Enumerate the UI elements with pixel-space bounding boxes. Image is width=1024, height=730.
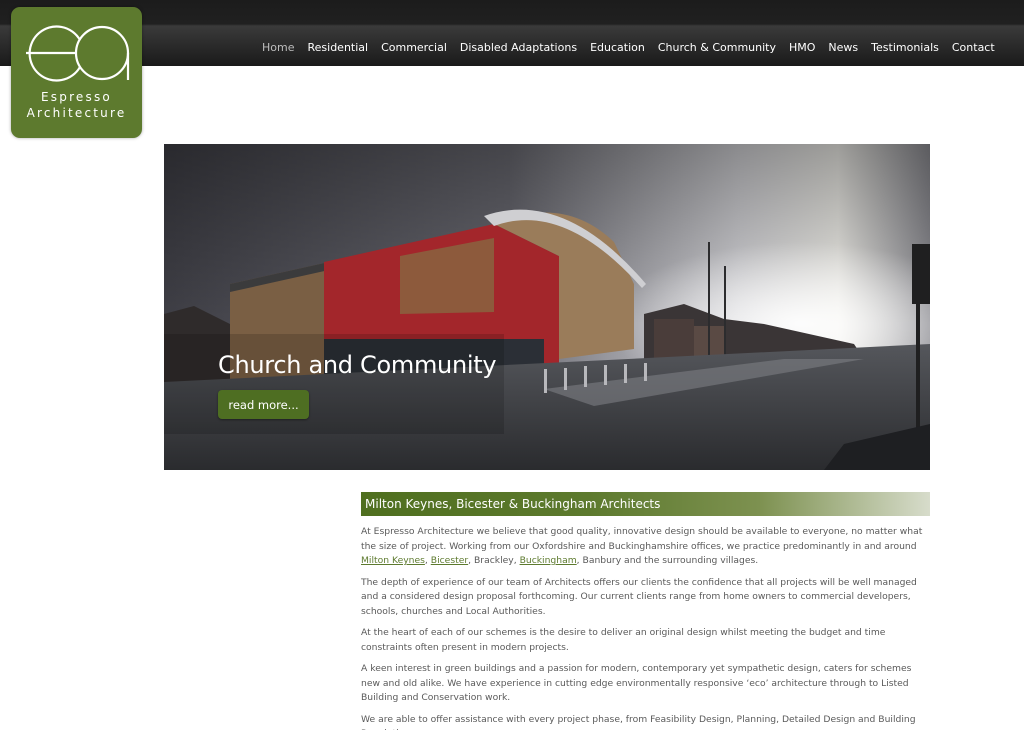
nav-item-education[interactable]: Education — [590, 41, 645, 54]
link-buckingham[interactable]: Buckingham — [520, 555, 577, 566]
intro-text-3: , Brackley, — [468, 555, 520, 566]
top-navigation-bar: Home Residential Commercial Disabled Ada… — [0, 0, 1024, 66]
link-milton-keynes[interactable]: Milton Keynes — [361, 555, 425, 566]
nav-item-residential[interactable]: Residential — [307, 41, 368, 54]
intro-text-4: , Banbury and the surrounding villages. — [576, 555, 759, 566]
experience-paragraph: The depth of experience of our team of A… — [361, 576, 917, 617]
nav-item-home[interactable]: Home — [262, 41, 294, 54]
nav-item-church-community[interactable]: Church & Community — [658, 41, 776, 54]
hero-photo-church-building — [164, 144, 930, 470]
intro-paragraph: At Espresso Architecture we believe that… — [361, 525, 930, 569]
section-heading: Milton Keynes, Bicester & Buckingham Arc… — [361, 492, 930, 516]
nav-item-testimonials[interactable]: Testimonials — [871, 41, 939, 54]
design-paragraph: At the heart of each of our schemes is t… — [361, 627, 886, 653]
nav-item-commercial[interactable]: Commercial — [381, 41, 447, 54]
intro-text-1: At Espresso Architecture we believe that… — [361, 526, 923, 552]
main-content: Milton Keynes, Bicester & Buckingham Arc… — [361, 492, 930, 730]
phases-paragraph: We are able to offer assistance with eve… — [361, 713, 916, 730]
site-logo[interactable]: Espresso Architecture — [11, 7, 142, 138]
nav-item-news[interactable]: News — [828, 41, 858, 54]
logo-text-espresso: Espresso — [41, 90, 112, 104]
ea-logo-mark — [26, 25, 130, 82]
link-bicester[interactable]: Bicester — [431, 555, 468, 566]
logo-text-architecture: Architecture — [26, 106, 127, 120]
nav-item-contact[interactable]: Contact — [952, 41, 995, 54]
nav-item-disabled-adaptations[interactable]: Disabled Adaptations — [460, 41, 577, 54]
green-paragraph: A keen interest in green buildings and a… — [361, 663, 912, 703]
read-more-button[interactable]: read more... — [218, 390, 309, 419]
nav-item-hmo[interactable]: HMO — [789, 41, 815, 54]
hero-title: Church and Community — [218, 351, 497, 379]
main-nav: Home Residential Commercial Disabled Ada… — [262, 41, 1008, 54]
hero-slider: Church and Community read more... — [164, 144, 930, 470]
